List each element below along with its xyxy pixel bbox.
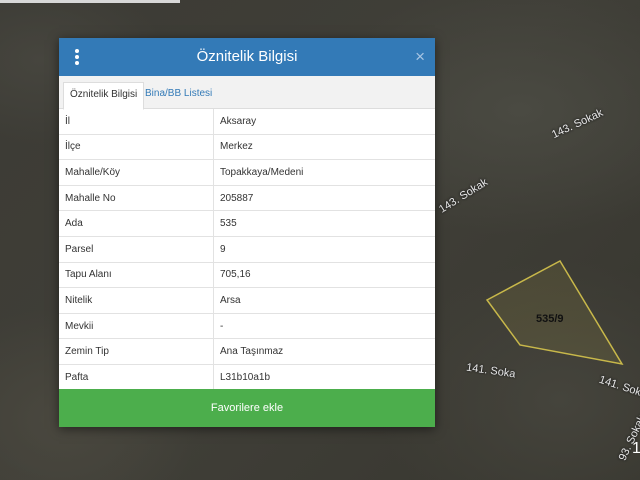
table-row: Ada 535 [59, 210, 435, 237]
parcel-label: 535/9 [536, 313, 564, 325]
table-row: Pafta L31b10a1b [59, 364, 435, 391]
row-value: Topakkaya/Medeni [213, 159, 435, 186]
row-value: - [213, 313, 435, 340]
row-key: Mevkii [59, 313, 214, 340]
table-row: Mahalle No 205887 [59, 185, 435, 212]
row-value: 9 [213, 236, 435, 263]
row-key: Zemin Tip [59, 338, 214, 365]
row-value: 205887 [213, 185, 435, 212]
attribute-info-dialog: Öznitelik Bilgisi × Öznitelik Bilgisi Bi… [59, 38, 435, 427]
row-key: Ada [59, 210, 214, 237]
row-key: Nitelik [59, 287, 214, 314]
top-strip [0, 0, 180, 3]
row-key: Pafta [59, 364, 214, 391]
dialog-header: Öznitelik Bilgisi × [59, 38, 435, 76]
table-row: İl Aksaray [59, 109, 435, 135]
table-row: Mevkii - [59, 313, 435, 340]
row-key: İl [59, 109, 214, 135]
row-value: Merkez [213, 134, 435, 161]
row-value: Aksaray [213, 109, 435, 135]
row-key: Tapu Alanı [59, 262, 214, 289]
table-row: Zemin Tip Ana Taşınmaz [59, 338, 435, 365]
table-row: Tapu Alanı 705,16 [59, 262, 435, 289]
tab-bar: Öznitelik Bilgisi Bina/BB Listesi [59, 76, 435, 110]
table-row: Nitelik Arsa [59, 287, 435, 314]
row-key: Mahalle No [59, 185, 214, 212]
table-row: Mahalle/Köy Topakkaya/Medeni [59, 159, 435, 186]
row-value: L31b10a1b [213, 364, 435, 391]
add-to-favorites-button[interactable]: Favorilere ekle [59, 389, 435, 427]
attribute-table: İl Aksaray İlçe Merkez Mahalle/Köy Topakkay… [59, 109, 435, 391]
table-row: Parsel 9 [59, 236, 435, 263]
tab-attribute-info[interactable]: Öznitelik Bilgisi [63, 82, 145, 110]
close-icon[interactable]: × [415, 47, 425, 67]
edge-number: 1 [632, 440, 640, 457]
row-value: 705,16 [213, 262, 435, 289]
row-value: 535 [213, 210, 435, 237]
dialog-title: Öznitelik Bilgisi [196, 48, 298, 65]
row-value: Arsa [213, 287, 435, 314]
tab-building-list[interactable]: Bina/BB Listesi [139, 82, 218, 108]
row-key: İlçe [59, 134, 214, 161]
table-row: İlçe Merkez [59, 134, 435, 161]
row-key: Parsel [59, 236, 214, 263]
row-value: Ana Taşınmaz [213, 338, 435, 365]
row-key: Mahalle/Köy [59, 159, 214, 186]
